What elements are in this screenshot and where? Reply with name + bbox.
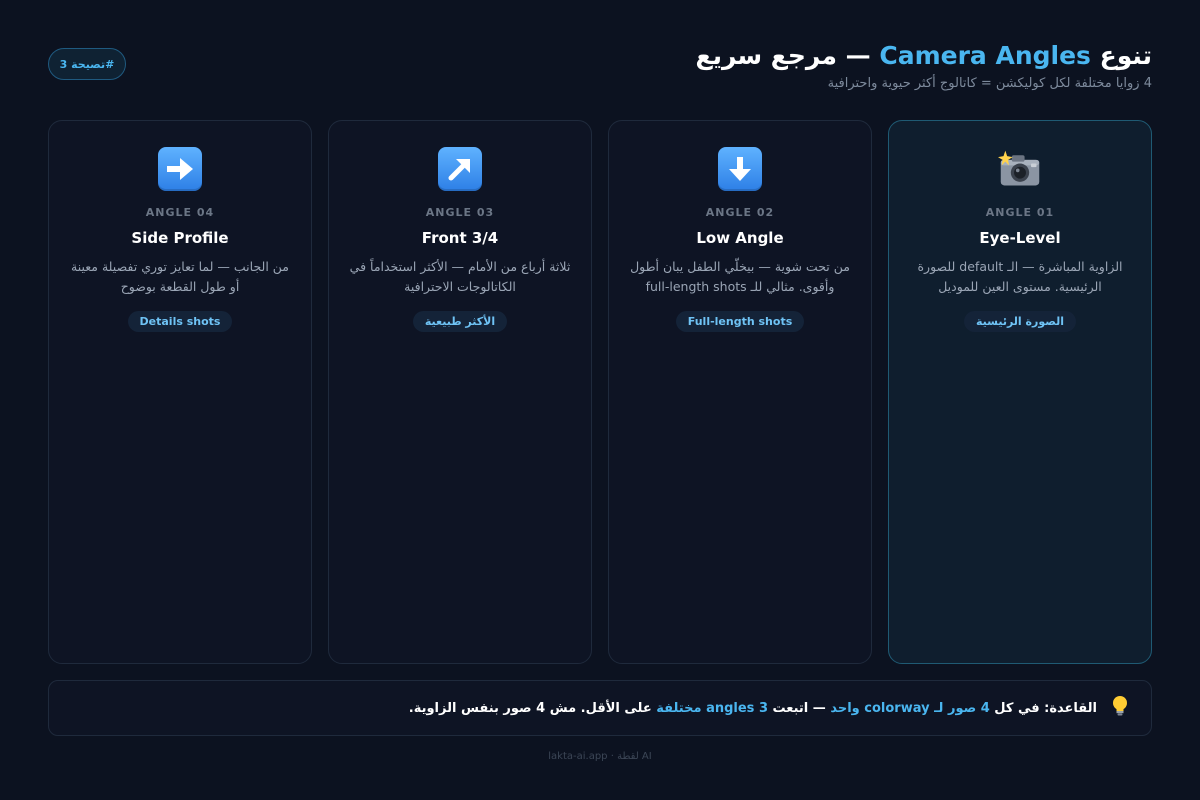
- down-arrow-icon: [718, 147, 762, 191]
- lightbulb-icon: [1111, 695, 1129, 722]
- angle-title: Eye-Level: [979, 229, 1061, 247]
- page-header: تنوع Camera Angles — مرجع سريع 4 زوايا م…: [696, 38, 1153, 91]
- card-side-profile: ANGLE 04 Side Profile من الجانب — لما تع…: [48, 120, 312, 664]
- rule-part-3: — اتبعت: [772, 700, 826, 716]
- right-arrow-icon: [158, 147, 202, 191]
- angle-title: Side Profile: [131, 229, 229, 247]
- page-subtitle: 4 زوايا مختلفة لكل كوليكشن = كاتالوج أكث…: [827, 76, 1152, 91]
- angle-description: من الجانب — لما تعايز توري تفصيلة معينة …: [71, 259, 289, 294]
- rule-callout: القاعدة: في كل 4 صور لـ colorway واحد — …: [48, 680, 1152, 736]
- angle-tag: الصورة الرئيسية: [963, 311, 1076, 332]
- angle-description: ثلاثة أرباع من الأمام — الأكثر استخداماً…: [349, 259, 571, 294]
- title-rest: — مرجع سريع: [695, 41, 871, 70]
- angle-number: ANGLE 02: [705, 206, 775, 219]
- rule-part-1: القاعدة: في كل: [994, 700, 1097, 716]
- rule-text: القاعدة: في كل 4 صور لـ colorway واحد — …: [409, 701, 1097, 716]
- title-accent: Camera Angles: [879, 41, 1091, 70]
- rule-highlight-3: 3 angles مختلفة: [656, 700, 768, 716]
- camera-flash-icon: [998, 147, 1042, 191]
- up-right-arrow-icon: [438, 147, 482, 191]
- rule-highlight-2: colorway واحد: [830, 700, 930, 716]
- angle-description: الزاوية المباشرة — الـ default للصورة ال…: [917, 259, 1123, 294]
- card-front-three-quarter: ANGLE 03 Front 3/4 ثلاثة أرباع من الأمام…: [328, 120, 592, 664]
- angle-cards: ANGLE 01 Eye-Level الزاوية المباشرة — ال…: [48, 120, 1152, 664]
- angle-tag: Details shots: [127, 311, 233, 332]
- tip-badge: تصيحة 3#: [48, 48, 126, 80]
- angle-tag: Full-length shots: [675, 311, 805, 332]
- card-eye-level: ANGLE 01 Eye-Level الزاوية المباشرة — ال…: [888, 120, 1152, 664]
- angle-description: من تحت شوية — بيخلّي الطفل يبان أطول وأق…: [630, 259, 850, 294]
- footer-credit: lakta-ai.app · لقطة AI: [548, 751, 652, 762]
- title-main: تنوع: [1099, 41, 1152, 70]
- card-low-angle: ANGLE 02 Low Angle من تحت شوية — بيخلّي …: [608, 120, 872, 664]
- rule-highlight-1: 4 صور: [947, 700, 990, 716]
- angle-number: ANGLE 03: [425, 206, 495, 219]
- angle-number: ANGLE 04: [145, 206, 215, 219]
- page-title: تنوع Camera Angles — مرجع سريع: [696, 38, 1153, 74]
- angle-number: ANGLE 01: [985, 206, 1055, 219]
- rule-part-4: على الأقل. مش 4 صور بنفس الزاوية.: [408, 700, 652, 716]
- angle-tag: الأكثر طبيعية: [412, 311, 508, 332]
- rule-part-2: لـ: [934, 700, 944, 716]
- angle-title: Front 3/4: [421, 229, 499, 247]
- angle-title: Low Angle: [696, 229, 784, 247]
